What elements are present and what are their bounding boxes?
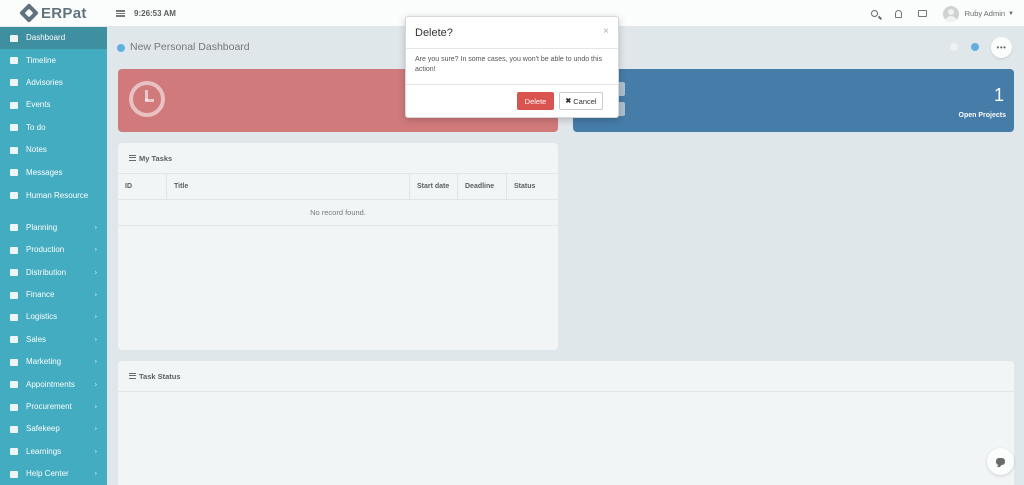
dialog-header: Delete? × [406, 17, 618, 49]
dialog-message: Are you sure? In some cases, you won't b… [406, 49, 618, 85]
close-icon[interactable]: × [603, 26, 609, 37]
cancel-button[interactable]: ✖ Cancel [559, 92, 603, 110]
close-x-icon: ✖ [565, 98, 572, 105]
dialog-footer: Delete ✖ Cancel [406, 85, 618, 117]
delete-button[interactable]: Delete [517, 92, 554, 110]
delete-confirm-dialog: Delete? × Are you sure? In some cases, y… [405, 16, 619, 118]
dialog-title: Delete? [415, 27, 453, 39]
cancel-label: Cancel [573, 96, 597, 106]
